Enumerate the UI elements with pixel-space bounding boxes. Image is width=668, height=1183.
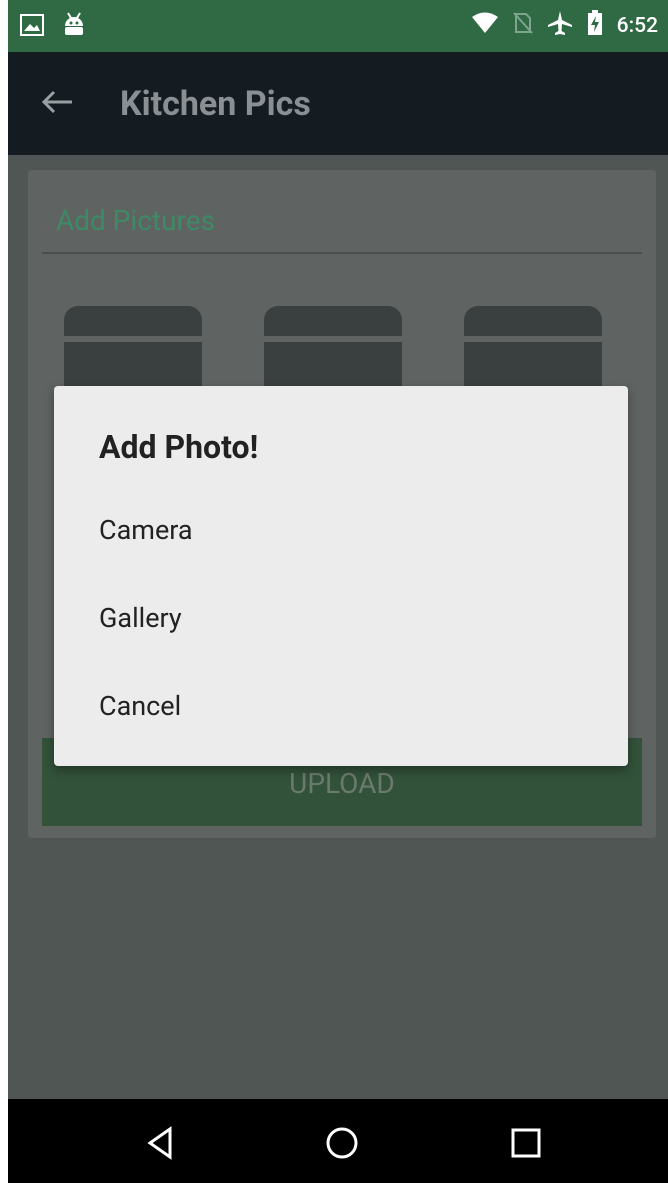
android-icon: [62, 12, 86, 42]
screen: 6:52 Kitchen Pics Add Pictures UPLOAD Ad…: [8, 0, 668, 1183]
navigation-bar: [8, 1099, 668, 1183]
status-bar: 6:52: [8, 0, 668, 52]
status-time: 6:52: [616, 14, 658, 38]
card-title: Add Pictures: [56, 204, 216, 237]
recents-square-icon[interactable]: [502, 1119, 550, 1167]
app-bar: Kitchen Pics: [8, 52, 668, 155]
dialog-option-gallery[interactable]: Gallery: [99, 602, 182, 634]
battery-charging-icon: [587, 10, 603, 42]
image-icon: [20, 14, 44, 40]
airplane-mode-icon: [547, 10, 573, 42]
dialog-title: Add Photo!: [99, 428, 259, 466]
status-right-icons: 6:52: [471, 10, 658, 42]
home-circle-icon[interactable]: [318, 1119, 366, 1167]
arrow-back-icon[interactable]: [40, 82, 76, 122]
status-left-icons: [20, 12, 86, 42]
dialog-option-camera[interactable]: Camera: [99, 514, 193, 546]
dialog-option-cancel[interactable]: Cancel: [99, 690, 181, 722]
page-title: Kitchen Pics: [120, 84, 311, 124]
no-sim-icon: [512, 11, 533, 41]
back-triangle-icon[interactable]: [136, 1119, 184, 1167]
card-divider: [42, 252, 642, 254]
add-photo-dialog: Add Photo! Camera Gallery Cancel: [54, 386, 628, 766]
wifi-icon: [471, 12, 499, 40]
